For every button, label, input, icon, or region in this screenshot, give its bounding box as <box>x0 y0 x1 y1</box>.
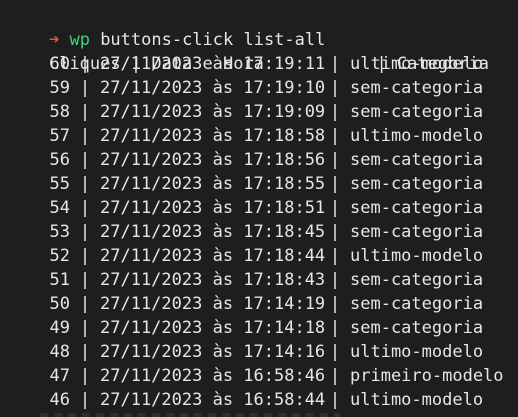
column-separator: | <box>79 246 91 266</box>
cell-clicks: 58 <box>49 102 70 122</box>
cell-category: ultimo-modelo <box>350 390 484 410</box>
table-row: 50 | 27/11/2023 às 17:14:19 | sem-categoria <box>0 292 484 316</box>
column-separator: | <box>329 198 341 218</box>
column-separator: | <box>79 270 91 290</box>
cell-category: sem-categoria <box>350 222 484 242</box>
table-row: 60 | 27/11/2023 às 17:19:11 | ultimo-modelo <box>0 52 484 76</box>
cell-category: sem-categoria <box>350 78 484 98</box>
cell-datetime: 27/11/2023 às 17:18:51 <box>100 198 326 218</box>
cell-clicks: 47 <box>49 366 70 386</box>
cell-clicks: 57 <box>49 126 70 146</box>
table-row: 46 | 27/11/2023 às 16:58:44 | ultimo-modelo <box>0 388 484 412</box>
cell-clicks: 51 <box>49 270 70 290</box>
cell-clicks: 55 <box>49 174 70 194</box>
column-separator: | <box>79 342 91 362</box>
table-row: 49 | 27/11/2023 às 17:14:18 | sem-categoria <box>0 316 484 340</box>
table-row: 51 | 27/11/2023 às 17:18:43 | sem-categoria <box>0 268 484 292</box>
terminal-window[interactable]: ➜ wp buttons-click list-all Cliques | Da… <box>0 0 518 417</box>
clipped-next-line <box>0 413 518 417</box>
column-separator: | <box>79 54 91 74</box>
table-row: 55 | 27/11/2023 às 17:18:55 | sem-categoria <box>0 172 484 196</box>
cell-category: sem-categoria <box>350 102 484 122</box>
table-row: 57 | 27/11/2023 às 17:18:58 | ultimo-modelo <box>0 124 484 148</box>
command-prompt-line: ➜ wp buttons-click list-all <box>8 4 325 50</box>
column-separator: | <box>79 126 91 146</box>
column-separator: | <box>79 294 91 314</box>
column-separator: | <box>79 150 91 170</box>
column-separator: | <box>329 294 341 314</box>
cell-category: ultimo-modelo <box>350 54 484 74</box>
column-separator: | <box>329 126 341 146</box>
column-separator: | <box>329 246 341 266</box>
cell-clicks: 46 <box>49 390 70 410</box>
cell-category: sem-categoria <box>350 318 484 338</box>
cell-clicks: 56 <box>49 150 70 170</box>
cell-category: sem-categoria <box>350 174 484 194</box>
cell-category: ultimo-modelo <box>350 246 484 266</box>
column-separator: | <box>329 318 341 338</box>
cell-datetime: 27/11/2023 às 17:14:16 <box>100 342 326 362</box>
cell-clicks: 60 <box>49 54 70 74</box>
column-separator: | <box>329 54 341 74</box>
column-separator: | <box>79 102 91 122</box>
column-separator: | <box>79 366 91 386</box>
cell-datetime: 27/11/2023 às 16:58:46 <box>100 366 326 386</box>
cell-datetime: 27/11/2023 às 17:19:10 <box>100 78 326 98</box>
column-separator: | <box>329 342 341 362</box>
cell-datetime: 27/11/2023 às 17:18:58 <box>100 126 326 146</box>
column-separator: | <box>79 78 91 98</box>
table-row: 52 | 27/11/2023 às 17:18:44 | ultimo-modelo <box>0 244 484 268</box>
column-separator: | <box>329 390 341 410</box>
column-separator: | <box>79 198 91 218</box>
table-row: 59 | 27/11/2023 às 17:19:10 | sem-categoria <box>0 76 484 100</box>
cell-datetime: 27/11/2023 às 17:18:56 <box>100 150 326 170</box>
column-separator: | <box>329 150 341 170</box>
column-separator: | <box>329 222 341 242</box>
cell-datetime: 27/11/2023 às 17:19:11 <box>100 54 326 74</box>
cell-category: primeiro-modelo <box>350 366 504 386</box>
cell-datetime: 27/11/2023 às 17:18:44 <box>100 246 326 266</box>
cell-category: sem-categoria <box>350 150 484 170</box>
cell-clicks: 54 <box>49 198 70 218</box>
cell-datetime: 27/11/2023 às 16:58:44 <box>100 390 326 410</box>
cell-category: sem-categoria <box>350 294 484 314</box>
column-separator: | <box>79 174 91 194</box>
table-row: 58 | 27/11/2023 às 17:19:09 | sem-categoria <box>0 100 484 124</box>
column-separator: | <box>329 174 341 194</box>
table-row: 47 | 27/11/2023 às 16:58:46 | primeiro-model… <box>0 364 504 388</box>
cell-category: sem-categoria <box>350 198 484 218</box>
column-separator: | <box>329 78 341 98</box>
cell-clicks: 48 <box>49 342 70 362</box>
cell-category: sem-categoria <box>350 270 484 290</box>
cell-datetime: 27/11/2023 às 17:19:09 <box>100 102 326 122</box>
column-separator: | <box>329 366 341 386</box>
table-row: 48 | 27/11/2023 às 17:14:16 | ultimo-modelo <box>0 340 484 364</box>
cell-category: ultimo-modelo <box>350 342 484 362</box>
column-separator: | <box>79 390 91 410</box>
cell-clicks: 49 <box>49 318 70 338</box>
cell-category: ultimo-modelo <box>350 126 484 146</box>
cell-clicks: 50 <box>49 294 70 314</box>
cell-datetime: 27/11/2023 às 17:18:45 <box>100 222 326 242</box>
column-separator: | <box>329 270 341 290</box>
cell-datetime: 27/11/2023 às 17:18:43 <box>100 270 326 290</box>
cell-datetime: 27/11/2023 às 17:14:19 <box>100 294 326 314</box>
table-row: 53 | 27/11/2023 às 17:18:45 | sem-categoria <box>0 220 484 244</box>
column-separator: | <box>329 102 341 122</box>
cell-clicks: 59 <box>49 78 70 98</box>
table-row: 56 | 27/11/2023 às 17:18:56 | sem-categoria <box>0 148 484 172</box>
table-header: Cliques | Data e Hora | Categoria <box>8 28 489 74</box>
cell-datetime: 27/11/2023 às 17:14:18 <box>100 318 326 338</box>
column-separator: | <box>79 222 91 242</box>
column-separator: | <box>79 318 91 338</box>
table-row: 54 | 27/11/2023 às 17:18:51 | sem-categoria <box>0 196 484 220</box>
cell-clicks: 53 <box>49 222 70 242</box>
cell-clicks: 52 <box>49 246 70 266</box>
cell-datetime: 27/11/2023 às 17:18:55 <box>100 174 326 194</box>
